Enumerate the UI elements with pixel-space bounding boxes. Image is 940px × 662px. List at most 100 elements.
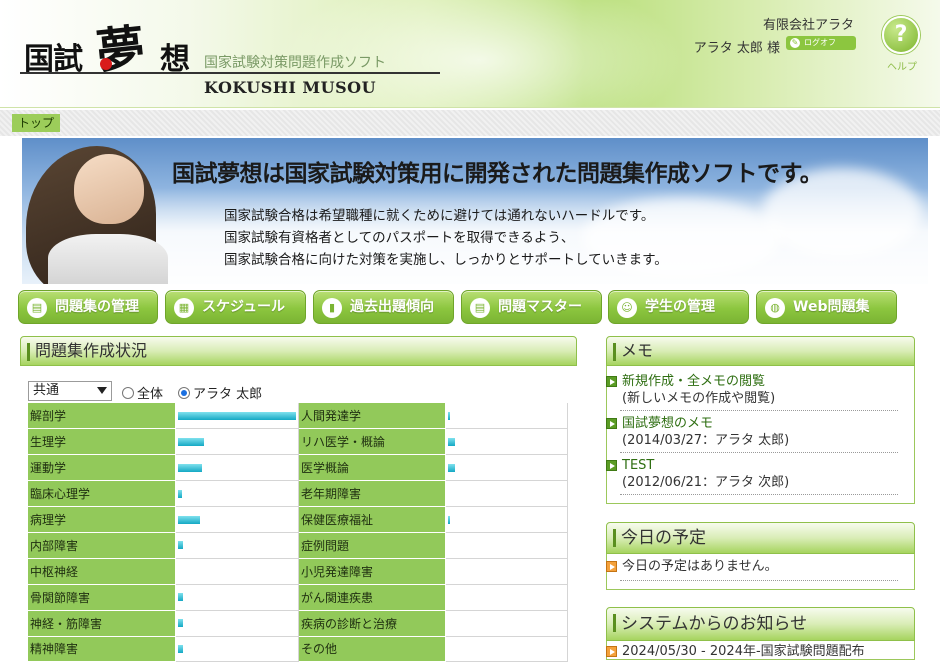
- logout-label: ログオフ: [804, 38, 836, 47]
- banner-line: 国家試験有資格者としてのパスポートを取得できるよう、: [224, 230, 575, 246]
- table-row: 神経・筋障害 疾病の診断と治療: [28, 610, 568, 637]
- book-icon: ▤: [27, 298, 47, 318]
- arrow-right-icon: [606, 460, 617, 471]
- calendar-icon: ▦: [174, 298, 194, 318]
- progress-bar: [448, 411, 451, 420]
- progress-cell: [175, 428, 299, 456]
- arrow-right-icon: [606, 561, 617, 572]
- radio-user[interactable]: アラタ 太郎: [178, 383, 262, 402]
- progress-bar: [448, 437, 456, 446]
- radio-all-label: 全体: [137, 387, 164, 402]
- banner-photo: [22, 138, 187, 284]
- memo-item-title[interactable]: 国試夢想のメモ: [622, 415, 789, 432]
- banner-title: 国試夢想は国家試験対策用に開発された問題集作成ソフトです。: [172, 160, 823, 187]
- table-row: 内部障害 症例問題: [28, 532, 568, 559]
- banner-photo-shirt: [48, 234, 168, 284]
- table-row: 臨床心理学 老年期障害: [28, 480, 568, 508]
- subject-name: 人間発達学: [298, 403, 447, 430]
- logout-icon: ✎: [790, 38, 800, 48]
- subject-name: がん関連疾患: [298, 584, 447, 611]
- notice-item[interactable]: 2024/05/30 - 2024年-国家試験問題配布: [606, 643, 865, 660]
- breadcrumb-bar: [0, 110, 940, 136]
- chevron-down-icon: [97, 387, 107, 394]
- subject-name: 臨床心理学: [28, 480, 176, 508]
- arrow-right-icon: [606, 376, 617, 387]
- progress-bar: [177, 463, 202, 472]
- table-row: 運動学 医学概論: [28, 454, 568, 482]
- company-name: 有限会社アラタ: [762, 18, 854, 33]
- logo-english: KOKUSHI MUSOU: [204, 78, 377, 97]
- divider: [620, 494, 898, 495]
- progress-bar: [177, 593, 183, 602]
- notice-item-text[interactable]: 2024/05/30 - 2024年-国家試験問題配布: [622, 643, 865, 660]
- logout-button[interactable]: ✎ ログオフ: [786, 36, 856, 50]
- banner-line: 国家試験合格に向けた対策を実施し、しっかりとサポートしていきます。: [224, 252, 668, 268]
- document-icon: ▤: [470, 298, 490, 318]
- status-section-header: 問題集作成状況: [20, 336, 577, 366]
- subject-name: 疾病の診断と治療: [298, 610, 447, 637]
- globe-icon: ◍: [765, 298, 785, 318]
- table-row: 中枢神経 小児発達障害: [28, 558, 568, 585]
- memo-item[interactable]: 国試夢想のメモ (2014/03/27：アラタ 太郎): [606, 415, 789, 449]
- progress-bar: [177, 411, 296, 420]
- subject-name: 医学概論: [298, 454, 447, 482]
- arrow-right-icon: [606, 646, 617, 657]
- breadcrumb-top[interactable]: トップ: [12, 114, 61, 132]
- progress-cell: [175, 610, 299, 637]
- nav-label: 問題集の管理: [55, 299, 139, 315]
- hero-banner: 国試夢想は国家試験対策用に開発された問題集作成ソフトです。 国家試験合格は希望職…: [22, 138, 928, 284]
- nav-question-sets[interactable]: ▤ 問題集の管理: [18, 290, 158, 324]
- subject-name: 骨関節障害: [28, 584, 176, 611]
- progress-cell: [445, 454, 568, 482]
- progress-cell: [445, 532, 568, 559]
- progress-bar: [177, 541, 183, 550]
- progress-cell: [175, 558, 299, 585]
- notices-section-header: システムからのお知らせ: [606, 607, 915, 641]
- nav-label: 問題マスター: [498, 299, 582, 315]
- arrow-right-icon: [606, 418, 617, 429]
- radio-all[interactable]: 全体: [122, 383, 163, 402]
- memo-item[interactable]: 新規作成・全メモの閲覧 (新しいメモの作成や閲覧): [606, 373, 775, 407]
- progress-cell: [445, 610, 568, 637]
- progress-cell: [445, 584, 568, 611]
- nav-label: 学生の管理: [645, 299, 715, 315]
- subject-name: 運動学: [28, 454, 176, 482]
- memo-item-title[interactable]: 新規作成・全メモの閲覧: [622, 373, 775, 390]
- subject-name: 解剖学: [28, 403, 176, 430]
- radio-user-button[interactable]: [178, 387, 190, 399]
- nav-label: スケジュール: [202, 299, 286, 315]
- memo-item-sub: (2012/06/21：アラタ 次郎): [622, 475, 790, 490]
- progress-cell: [175, 532, 299, 559]
- today-empty: 今日の予定はありません。: [606, 558, 778, 575]
- help-label[interactable]: ヘルプ: [887, 58, 917, 73]
- nav-students[interactable]: ☺ 学生の管理: [608, 290, 749, 324]
- table-row: 精神障害 その他: [28, 636, 568, 662]
- subject-name: 生理学: [28, 428, 176, 456]
- table-row: 生理学 リハ医学・概論: [28, 428, 568, 456]
- radio-all-button[interactable]: [122, 387, 134, 399]
- progress-cell: [175, 403, 299, 430]
- banner-photo-face: [74, 154, 144, 224]
- radio-user-label: アラタ 太郎: [193, 387, 263, 402]
- nav-question-master[interactable]: ▤ 問題マスター: [461, 290, 602, 324]
- memo-section-header: メモ: [606, 336, 915, 366]
- divider: [620, 580, 898, 581]
- progress-cell: [175, 584, 299, 611]
- progress-cell: [445, 403, 568, 430]
- progress-cell: [445, 428, 568, 456]
- nav-schedule[interactable]: ▦ スケジュール: [165, 290, 306, 324]
- progress-cell: [175, 636, 299, 662]
- nav-past-trends[interactable]: ▮ 過去出題傾向: [313, 290, 454, 324]
- header: 国試 夢 想 国家試験対策問題作成ソフト KOKUSHI MUSOU 有限会社ア…: [0, 0, 940, 108]
- memo-item[interactable]: TEST (2012/06/21：アラタ 次郎): [606, 457, 790, 491]
- banner-line: 国家試験合格は希望職種に就くために避けては通れないハードルです。: [224, 208, 655, 224]
- help-button[interactable]: ?: [882, 16, 920, 54]
- progress-cell: [445, 480, 568, 508]
- progress-bar: [448, 515, 451, 524]
- nav-web-questions[interactable]: ◍ Web問題集: [756, 290, 897, 324]
- memo-item-title[interactable]: TEST: [622, 457, 789, 474]
- subject-name: 症例問題: [298, 532, 447, 559]
- category-select[interactable]: 共通: [28, 381, 112, 401]
- status-table: 解剖学 人間発達学 生理学 リハ医学・概論 運動学 医学概論 臨床心理学 老年期障害 病理学 保健…: [28, 403, 568, 662]
- table-row: 骨関節障害 がん関連疾患: [28, 584, 568, 611]
